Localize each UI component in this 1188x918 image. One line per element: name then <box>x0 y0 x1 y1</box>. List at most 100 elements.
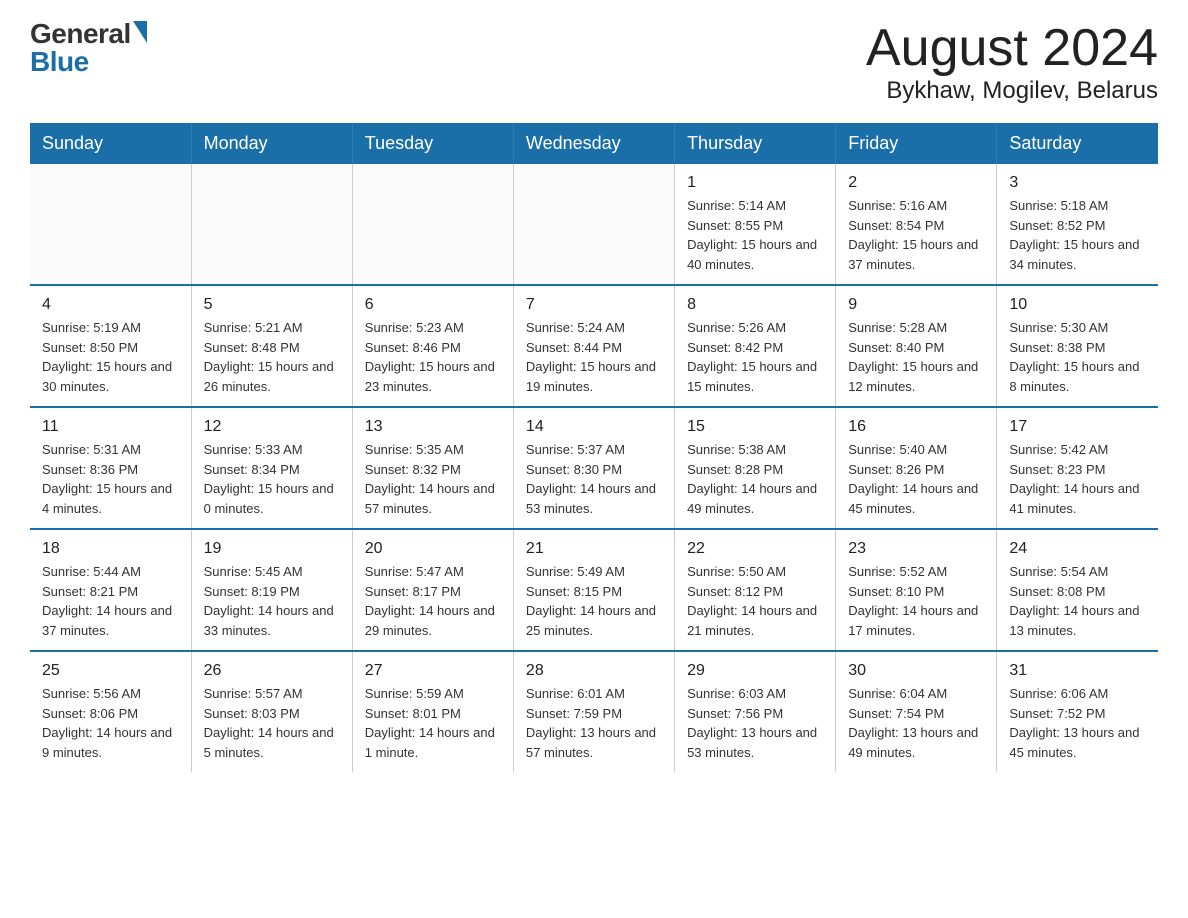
day-number: 13 <box>365 418 501 436</box>
calendar-cell: 8 Sunrise: 5:26 AM Sunset: 8:42 PM Daylig… <box>675 285 836 407</box>
day-number: 26 <box>204 662 340 680</box>
day-number: 6 <box>365 296 501 314</box>
day-number: 18 <box>42 540 179 558</box>
calendar-cell: 11 Sunrise: 5:31 AM Sunset: 8:36 PM Dayli… <box>30 407 191 529</box>
day-number: 24 <box>1009 540 1146 558</box>
week-row-5: 25 Sunrise: 5:56 AM Sunset: 8:06 PM Dayli… <box>30 651 1158 772</box>
day-number: 17 <box>1009 418 1146 436</box>
calendar-cell: 12 Sunrise: 5:33 AM Sunset: 8:34 PM Dayli… <box>191 407 352 529</box>
day-number: 2 <box>848 174 984 192</box>
day-number: 15 <box>687 418 823 436</box>
day-number: 27 <box>365 662 501 680</box>
calendar-cell: 22 Sunrise: 5:50 AM Sunset: 8:12 PM Dayli… <box>675 529 836 651</box>
day-info: Sunrise: 5:37 AM Sunset: 8:30 PM Dayligh… <box>526 440 662 518</box>
calendar-cell: 7 Sunrise: 5:24 AM Sunset: 8:44 PM Daylig… <box>513 285 674 407</box>
header-wednesday: Wednesday <box>513 123 674 164</box>
calendar-cell: 2Sunrise: 5:16 AM Sunset: 8:54 PM Daylig… <box>836 164 997 285</box>
week-row-1: 1Sunrise: 5:14 AM Sunset: 8:55 PM Daylig… <box>30 164 1158 285</box>
day-info: Sunrise: 5:35 AM Sunset: 8:32 PM Dayligh… <box>365 440 501 518</box>
day-info: Sunrise: 6:06 AM Sunset: 7:52 PM Dayligh… <box>1009 684 1146 762</box>
logo-blue-text: Blue <box>30 48 147 76</box>
logo-general-text: General <box>30 20 131 48</box>
calendar-cell: 5 Sunrise: 5:21 AM Sunset: 8:48 PM Daylig… <box>191 285 352 407</box>
calendar-table: SundayMondayTuesdayWednesdayThursdayFrid… <box>30 123 1158 772</box>
day-number: 28 <box>526 662 662 680</box>
day-number: 12 <box>204 418 340 436</box>
calendar-cell: 24Sunrise: 5:54 AM Sunset: 8:08 PM Dayli… <box>997 529 1158 651</box>
day-info: Sunrise: 5:59 AM Sunset: 8:01 PM Dayligh… <box>365 684 501 762</box>
day-info: Sunrise: 5:38 AM Sunset: 8:28 PM Dayligh… <box>687 440 823 518</box>
calendar-cell: 16Sunrise: 5:40 AM Sunset: 8:26 PM Dayli… <box>836 407 997 529</box>
day-number: 9 <box>848 296 984 314</box>
day-info: Sunrise: 5:18 AM Sunset: 8:52 PM Dayligh… <box>1009 196 1146 274</box>
calendar-cell <box>513 164 674 285</box>
day-info: Sunrise: 5:26 AM Sunset: 8:42 PM Dayligh… <box>687 318 823 396</box>
day-number: 5 <box>204 296 340 314</box>
day-number: 4 <box>42 296 179 314</box>
calendar-cell: 21 Sunrise: 5:49 AM Sunset: 8:15 PM Dayli… <box>513 529 674 651</box>
day-number: 3 <box>1009 174 1146 192</box>
logo: General Blue <box>30 20 147 76</box>
calendar-cell: 17 Sunrise: 5:42 AM Sunset: 8:23 PM Dayli… <box>997 407 1158 529</box>
day-number: 25 <box>42 662 179 680</box>
page-header: General Blue August 2024 Bykhaw, Mogilev… <box>30 20 1158 105</box>
day-number: 30 <box>848 662 984 680</box>
calendar-cell: 20 Sunrise: 5:47 AM Sunset: 8:17 PM Dayli… <box>352 529 513 651</box>
calendar-cell: 1Sunrise: 5:14 AM Sunset: 8:55 PM Daylig… <box>675 164 836 285</box>
day-number: 29 <box>687 662 823 680</box>
day-number: 22 <box>687 540 823 558</box>
day-info: Sunrise: 5:44 AM Sunset: 8:21 PM Dayligh… <box>42 562 179 640</box>
header-friday: Friday <box>836 123 997 164</box>
day-info: Sunrise: 5:47 AM Sunset: 8:17 PM Dayligh… <box>365 562 501 640</box>
day-info: Sunrise: 5:33 AM Sunset: 8:34 PM Dayligh… <box>204 440 340 518</box>
calendar-cell: 14 Sunrise: 5:37 AM Sunset: 8:30 PM Dayli… <box>513 407 674 529</box>
day-info: Sunrise: 5:56 AM Sunset: 8:06 PM Dayligh… <box>42 684 179 762</box>
location-title: Bykhaw, Mogilev, Belarus <box>866 77 1158 105</box>
calendar-header: SundayMondayTuesdayWednesdayThursdayFrid… <box>30 123 1158 164</box>
day-info: Sunrise: 5:31 AM Sunset: 8:36 PM Dayligh… <box>42 440 179 518</box>
calendar-cell: 19 Sunrise: 5:45 AM Sunset: 8:19 PM Dayli… <box>191 529 352 651</box>
day-info: Sunrise: 5:14 AM Sunset: 8:55 PM Dayligh… <box>687 196 823 274</box>
calendar-cell: 30 Sunrise: 6:04 AM Sunset: 7:54 PM Dayli… <box>836 651 997 772</box>
day-info: Sunrise: 5:45 AM Sunset: 8:19 PM Dayligh… <box>204 562 340 640</box>
day-number: 16 <box>848 418 984 436</box>
calendar-cell: 13 Sunrise: 5:35 AM Sunset: 8:32 PM Dayli… <box>352 407 513 529</box>
day-info: Sunrise: 5:23 AM Sunset: 8:46 PM Dayligh… <box>365 318 501 396</box>
day-number: 14 <box>526 418 662 436</box>
calendar-cell: 28Sunrise: 6:01 AM Sunset: 7:59 PM Dayli… <box>513 651 674 772</box>
day-info: Sunrise: 5:52 AM Sunset: 8:10 PM Dayligh… <box>848 562 984 640</box>
calendar-cell: 31 Sunrise: 6:06 AM Sunset: 7:52 PM Dayli… <box>997 651 1158 772</box>
day-number: 19 <box>204 540 340 558</box>
day-info: Sunrise: 5:21 AM Sunset: 8:48 PM Dayligh… <box>204 318 340 396</box>
calendar-cell: 25 Sunrise: 5:56 AM Sunset: 8:06 PM Dayli… <box>30 651 191 772</box>
day-number: 31 <box>1009 662 1146 680</box>
day-number: 20 <box>365 540 501 558</box>
week-row-2: 4 Sunrise: 5:19 AM Sunset: 8:50 PM Daylig… <box>30 285 1158 407</box>
calendar-cell: 9Sunrise: 5:28 AM Sunset: 8:40 PM Daylig… <box>836 285 997 407</box>
day-info: Sunrise: 5:50 AM Sunset: 8:12 PM Dayligh… <box>687 562 823 640</box>
calendar-cell: 26Sunrise: 5:57 AM Sunset: 8:03 PM Dayli… <box>191 651 352 772</box>
calendar-cell: 23Sunrise: 5:52 AM Sunset: 8:10 PM Dayli… <box>836 529 997 651</box>
calendar-cell: 18 Sunrise: 5:44 AM Sunset: 8:21 PM Dayli… <box>30 529 191 651</box>
day-number: 8 <box>687 296 823 314</box>
day-info: Sunrise: 5:19 AM Sunset: 8:50 PM Dayligh… <box>42 318 179 396</box>
calendar-cell <box>30 164 191 285</box>
day-info: Sunrise: 5:49 AM Sunset: 8:15 PM Dayligh… <box>526 562 662 640</box>
day-info: Sunrise: 6:04 AM Sunset: 7:54 PM Dayligh… <box>848 684 984 762</box>
calendar-cell: 4 Sunrise: 5:19 AM Sunset: 8:50 PM Daylig… <box>30 285 191 407</box>
day-number: 7 <box>526 296 662 314</box>
day-number: 11 <box>42 418 179 436</box>
month-title: August 2024 <box>866 20 1158 77</box>
calendar-body: 1Sunrise: 5:14 AM Sunset: 8:55 PM Daylig… <box>30 164 1158 772</box>
week-row-3: 11 Sunrise: 5:31 AM Sunset: 8:36 PM Dayli… <box>30 407 1158 529</box>
day-number: 10 <box>1009 296 1146 314</box>
day-info: Sunrise: 5:24 AM Sunset: 8:44 PM Dayligh… <box>526 318 662 396</box>
calendar-cell: 29 Sunrise: 6:03 AM Sunset: 7:56 PM Dayli… <box>675 651 836 772</box>
day-info: Sunrise: 6:03 AM Sunset: 7:56 PM Dayligh… <box>687 684 823 762</box>
day-info: Sunrise: 5:42 AM Sunset: 8:23 PM Dayligh… <box>1009 440 1146 518</box>
header-thursday: Thursday <box>675 123 836 164</box>
calendar-cell: 3 Sunrise: 5:18 AM Sunset: 8:52 PM Daylig… <box>997 164 1158 285</box>
day-number: 21 <box>526 540 662 558</box>
week-row-4: 18 Sunrise: 5:44 AM Sunset: 8:21 PM Dayli… <box>30 529 1158 651</box>
calendar-cell: 15 Sunrise: 5:38 AM Sunset: 8:28 PM Dayli… <box>675 407 836 529</box>
